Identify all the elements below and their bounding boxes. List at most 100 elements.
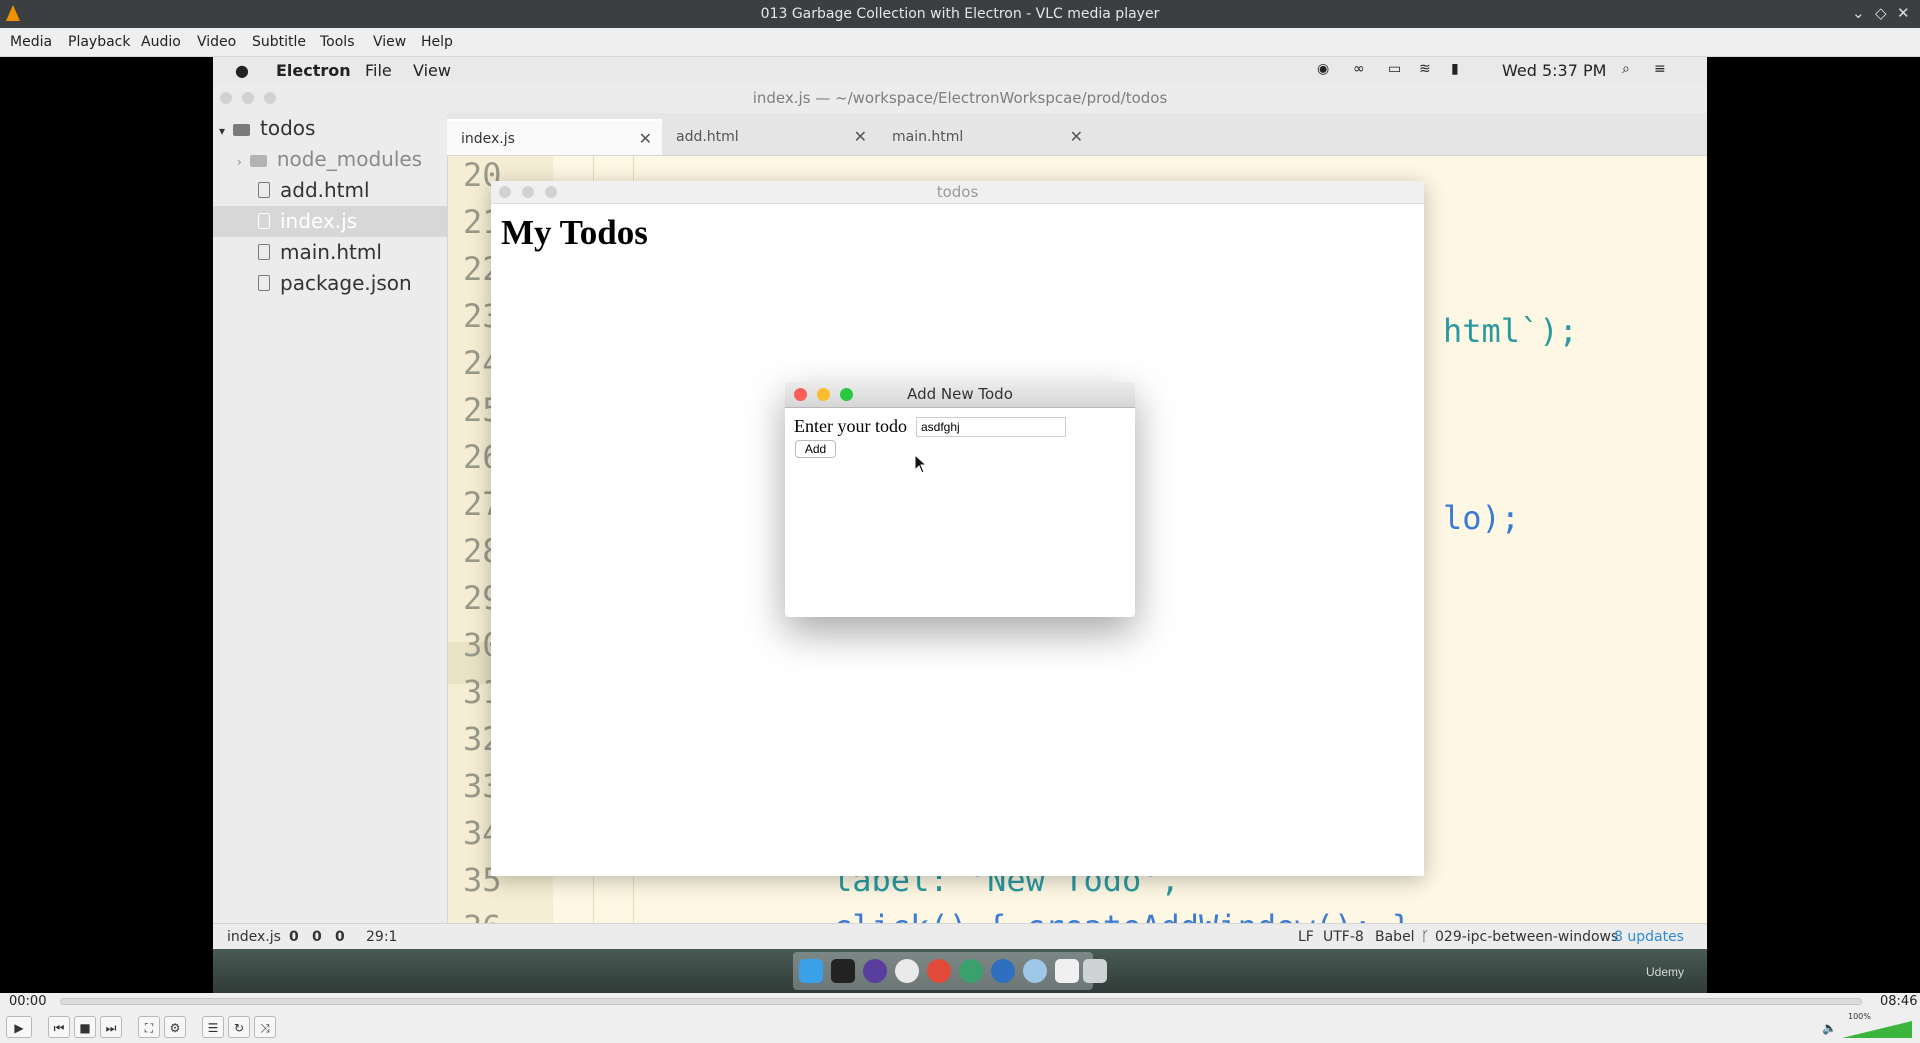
stop-button[interactable]: ■ [74, 1016, 96, 1038]
battery-icon: ▮ [1451, 61, 1459, 77]
tab-add-html[interactable]: add.html ✕ [662, 119, 877, 155]
git-branch[interactable]: 029-ipc-between-windows [1435, 929, 1618, 945]
tree-item-label: node_modules [276, 147, 423, 171]
add-todo-title-bar: Add New Todo [785, 382, 1135, 408]
terminal-icon [831, 959, 855, 983]
chevron-down-icon: ▾ [219, 124, 226, 138]
seek-bar[interactable] [60, 998, 1862, 1005]
todos-title: todos [936, 183, 979, 201]
apple-icon: ● [235, 61, 249, 80]
playlist-button[interactable]: ☰ [202, 1016, 224, 1038]
line-ending[interactable]: LF [1298, 929, 1314, 945]
code-line: click() { createAddWindow(); } [833, 908, 1411, 923]
volume-slider[interactable] [1842, 1021, 1912, 1039]
close-light[interactable] [794, 388, 807, 401]
add-todo-title: Add New Todo [907, 385, 1013, 403]
smiley-icon [895, 959, 919, 983]
branch-icon: ᚴ [1421, 929, 1430, 945]
vlc-menubar: Media Playback Audio Video Subtitle Tool… [0, 28, 1920, 57]
vlc-controls: ▶ ⏮ ■ ⏭ ⛶ ⚙ ☰ ↻ ⤨ 🔈 100% [0, 1011, 1920, 1043]
lint-count[interactable]: 0 [335, 929, 345, 945]
file-tree: ▾ todos › node_modules add.html index.js m… [213, 113, 448, 923]
volume-label: 100% [1848, 1012, 1871, 1021]
minimize-icon[interactable]: ⌄ [1852, 4, 1865, 22]
menu-tools[interactable]: Tools [320, 34, 355, 50]
updates-badge[interactable]: 8 updates [1614, 929, 1684, 945]
spotlight-icon: ⌕ [1622, 61, 1630, 77]
fullscreen-button[interactable]: ⛶ [138, 1016, 160, 1038]
minimize-light[interactable] [817, 388, 830, 401]
maximize-icon[interactable]: ◇ [1875, 4, 1887, 22]
tree-item-add-html[interactable]: add.html [213, 175, 447, 206]
menu-help[interactable]: Help [421, 34, 453, 50]
code-line: html`); [1443, 312, 1578, 350]
tab-bar: index.js ✕ add.html ✕ main.html ✕ [447, 113, 1707, 156]
status-bar: index.js 0 0 0 29:1 LF UTF-8 Babel ᚴ 029… [213, 923, 1707, 950]
chevron-right-icon: › [237, 155, 242, 169]
tree-item-package-json[interactable]: package.json [213, 268, 447, 299]
encoding[interactable]: UTF-8 [1323, 929, 1364, 945]
todos-close-light [499, 186, 511, 198]
menu-playback[interactable]: Playback [68, 34, 130, 50]
vlc-title-bar: 013 Garbage Collection with Electron - V… [0, 0, 1920, 28]
todos-min-light [522, 186, 534, 198]
atom-close-light [220, 92, 232, 104]
mac-menu-view: View [413, 61, 451, 80]
cursor-position[interactable]: 29:1 [366, 929, 397, 945]
tab-label: main.html [892, 129, 964, 145]
tree-root-label: todos [260, 116, 316, 140]
atom-title: index.js — ~/workspace/ElectronWorkspcae… [752, 89, 1168, 107]
close-icon[interactable]: ✕ [854, 119, 867, 155]
tree-root[interactable]: ▾ todos [213, 113, 447, 144]
menu-subtitle[interactable]: Subtitle [252, 34, 306, 50]
shuffle-button[interactable]: ⤨ [254, 1016, 276, 1038]
document-icon [1055, 959, 1079, 983]
finder-icon [799, 959, 823, 983]
menu-view[interactable]: View [373, 34, 406, 50]
close-icon[interactable]: ✕ [1070, 119, 1083, 155]
grammar[interactable]: Babel [1375, 929, 1415, 945]
todos-title-bar: todos [491, 181, 1424, 204]
add-button[interactable]: Add [795, 440, 836, 458]
tab-label: index.js [461, 131, 515, 147]
list-icon: ≡ [1654, 61, 1666, 77]
speaker-icon[interactable]: 🔈 [1822, 1021, 1837, 1035]
todos-max-light [545, 186, 557, 198]
menu-video[interactable]: Video [197, 34, 236, 50]
total-time: 08:46 [1880, 994, 1918, 1009]
line-number: 36 [463, 908, 502, 923]
status-file[interactable]: index.js [227, 929, 281, 945]
mouse-cursor-icon [914, 454, 928, 474]
tree-item-label: add.html [280, 178, 370, 202]
lint-count[interactable]: 0 [289, 929, 299, 945]
tab-index-js[interactable]: index.js ✕ [447, 119, 662, 155]
previous-button[interactable]: ⏮ [48, 1016, 70, 1038]
extended-settings-button[interactable]: ⚙ [164, 1016, 186, 1038]
lint-count[interactable]: 0 [312, 929, 322, 945]
atom-title-bar: index.js — ~/workspace/ElectronWorkspcae… [213, 83, 1707, 114]
wifi-icon: ≋ [1419, 61, 1431, 77]
loop-button[interactable]: ↻ [228, 1016, 250, 1038]
todo-input[interactable] [916, 417, 1066, 437]
next-button[interactable]: ⏭ [100, 1016, 122, 1038]
menu-media[interactable]: Media [10, 34, 52, 50]
tree-item-node-modules[interactable]: › node_modules [213, 144, 447, 175]
tab-main-html[interactable]: main.html ✕ [878, 119, 1093, 155]
menu-audio[interactable]: Audio [141, 34, 181, 50]
tab-label: add.html [676, 129, 739, 145]
dock [793, 952, 1107, 990]
maximize-light[interactable] [840, 388, 853, 401]
mac-menu-file: File [365, 61, 392, 80]
mac-app-name: Electron [276, 61, 351, 80]
tree-item-index-js[interactable]: index.js [213, 206, 447, 237]
tree-item-main-html[interactable]: main.html [213, 237, 447, 268]
chrome-icon [927, 959, 951, 983]
mac-clock: Wed 5:37 PM [1502, 61, 1607, 80]
close-icon[interactable]: ✕ [639, 121, 652, 157]
glasses-icon: ∞ [1353, 61, 1365, 77]
close-icon[interactable]: ✕ [1897, 4, 1910, 22]
add-todo-window: Add New Todo Enter your todo Add [785, 382, 1135, 617]
play-button[interactable]: ▶ [6, 1016, 32, 1038]
atom-icon [863, 959, 887, 983]
todo-label: Enter your todo [794, 416, 907, 436]
